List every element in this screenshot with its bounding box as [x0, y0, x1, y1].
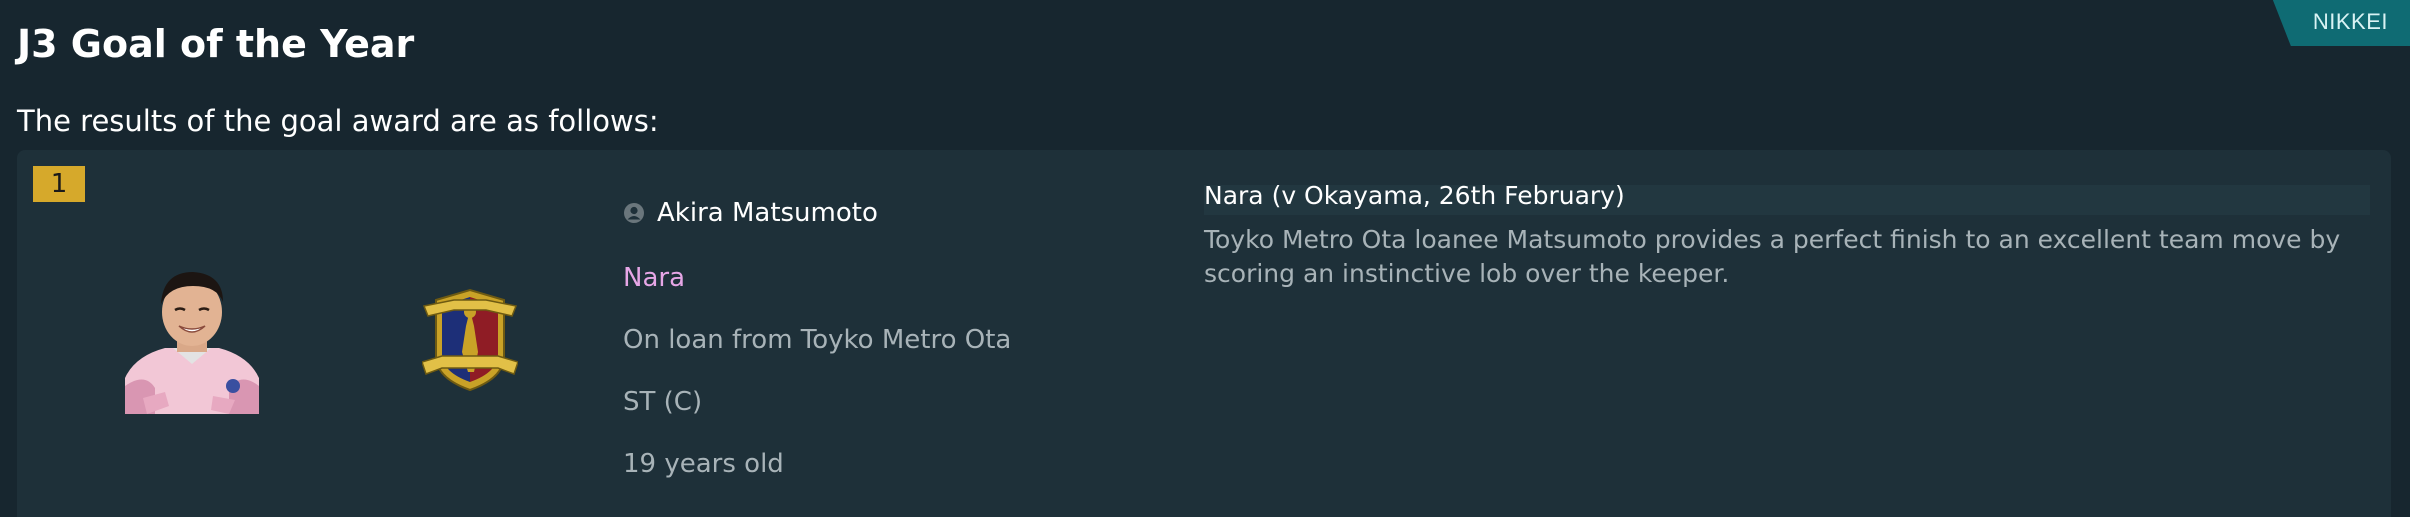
goal-match-header: Nara (v Okayama, 26th February)	[1204, 181, 2370, 215]
player-photo[interactable]	[125, 268, 259, 414]
page-title: J3 Goal of the Year	[17, 22, 415, 66]
player-position: ST (C)	[623, 387, 703, 417]
goal-description: Toyko Metro Ota loanee Matsumoto provide…	[1204, 225, 2341, 288]
source-badge: NIKKEI	[2272, 0, 2410, 46]
goal-match: Nara (v Okayama, 26th February)	[1204, 181, 1625, 210]
loan-status: On loan from Toyko Metro Ota	[623, 325, 1012, 355]
player-name[interactable]: Akira Matsumoto	[657, 198, 878, 228]
player-age: 19 years old	[623, 449, 784, 479]
rank-badge: 1	[33, 166, 85, 202]
club-crest[interactable]	[422, 286, 518, 394]
person-icon	[624, 203, 644, 223]
club-name-link[interactable]: Nara	[623, 263, 685, 293]
intro-text: The results of the goal award are as fol…	[17, 104, 659, 138]
player-name-row[interactable]: Akira Matsumoto	[623, 198, 878, 228]
